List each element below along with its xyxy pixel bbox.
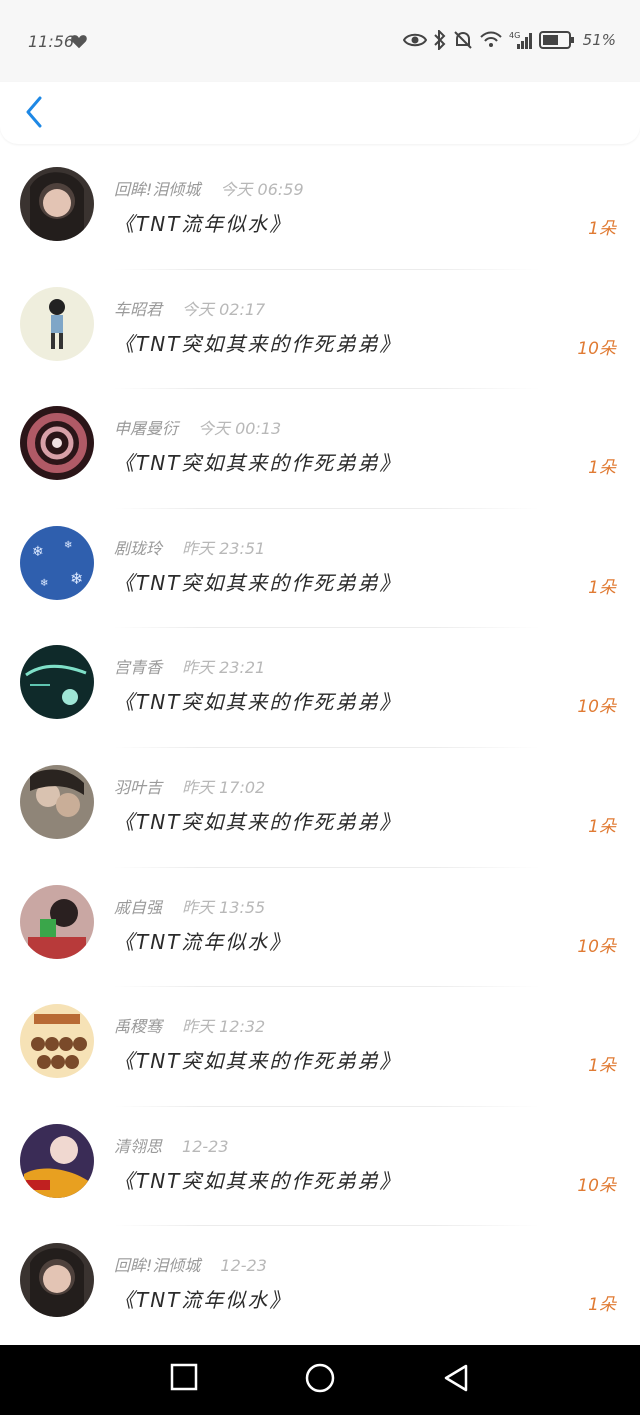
sender-name: 申屠曼衍 [114,419,179,439]
flower-count: 10朵 [577,1175,616,1196]
book-title: 《TNT流年似水》 [114,929,292,954]
list-item[interactable]: ❄ ❄ ❄ ❄ 剧珑玲 昨天 23:51 《TNT突如其来的作死弟弟》 1朵 [0,509,640,629]
flower-count: 1朵 [588,1056,616,1077]
square-icon[interactable] [170,1363,198,1391]
list-item[interactable]: 宫青香 昨天 23:21 《TNT突如其来的作死弟弟》 10朵 [0,628,640,748]
flower-count: 10朵 [577,697,616,718]
book-title: 《TNT突如其来的作死弟弟》 [114,690,402,715]
list-item[interactable]: 羽叶吉 昨天 17:02 《TNT突如其来的作死弟弟》 1朵 [0,748,640,868]
book-title: 《TNT突如其来的作死弟弟》 [114,1049,402,1074]
back-chevron-icon[interactable] [20,94,50,130]
list-item[interactable]: 车昭君 今天 02:17 《TNT突如其来的作死弟弟》 10朵 [0,270,640,390]
flower-count: 1朵 [588,577,616,598]
list-item[interactable]: 回眸!泪倾城 今天 06:59 《TNT流年似水》 1朵 [0,150,640,270]
sender-name: 禹稷骞 [114,1017,163,1037]
message-list: 回眸!泪倾城 今天 06:59 《TNT流年似水》 1朵 车昭君 今天 02:17 … [0,150,640,1346]
book-title: 《TNT突如其来的作死弟弟》 [114,570,402,595]
avatar [20,764,94,839]
avatar [20,884,94,959]
mute-bell-icon [453,31,472,49]
avatar [20,645,94,720]
flower-count: 1朵 [588,458,616,479]
avatar [20,1004,94,1079]
sender-name: 剧珑玲 [114,538,163,558]
sender-name: 回眸!泪倾城 [114,180,201,199]
svg-text:❄: ❄ [40,578,48,589]
flower-count: 10朵 [577,338,616,359]
message-meta: 回眸!泪倾城 今天 06:59 [114,176,304,200]
book-title: 《TNT流年似水》 [114,1288,292,1313]
message-date: 昨天 23:51 [182,538,266,558]
message-date: 昨天 23:21 [182,658,266,678]
book-title: 《TNT突如其来的作死弟弟》 [114,809,402,834]
circle-icon[interactable] [305,1363,335,1393]
status-bar: 11:56 4G 51% [0,0,640,82]
message-date: 今天 00:13 [198,419,282,439]
message-meta: 回眸!泪倾城 12-23 [114,1252,267,1276]
svg-text:4G: 4G [509,31,520,40]
heart-icon [71,35,87,49]
message-meta: 剧珑玲 昨天 23:51 [114,535,265,559]
sender-name: 清翎思 [114,1136,163,1156]
message-date: 今天 02:17 [182,299,266,319]
status-time: 11:56 [28,32,75,51]
book-title: 《TNT突如其来的作死弟弟》 [114,1168,402,1193]
avatar [20,406,94,481]
battery-percent: 51% [582,31,616,49]
message-date: 12-23 [182,1136,229,1156]
svg-text:❄: ❄ [70,569,83,588]
sender-name: 羽叶吉 [114,777,163,797]
battery-icon [538,31,574,49]
status-icons: 4G 51% [402,30,616,50]
signal-icon: 4G [509,31,532,49]
svg-text:❄: ❄ [64,540,72,551]
bluetooth-icon [433,30,446,50]
flower-count: 1朵 [588,816,616,837]
eye-icon [402,33,427,47]
flower-count: 1朵 [588,219,616,239]
system-nav-bar [0,1345,640,1415]
avatar [20,167,94,241]
book-title: 《TNT突如其来的作死弟弟》 [114,331,402,356]
message-date: 12-23 [220,1256,267,1276]
message-meta: 清翎思 12-23 [114,1133,229,1157]
sender-name: 宫青香 [114,658,163,678]
triangle-back-icon[interactable] [442,1363,470,1393]
avatar: ❄ ❄ ❄ ❄ [20,525,94,600]
sender-name: 戚自强 [114,897,163,917]
sender-name: 车昭君 [114,299,163,319]
message-date: 今天 06:59 [220,180,304,199]
svg-text:❄: ❄ [32,544,44,560]
sender-name: 回眸!泪倾城 [114,1256,201,1276]
avatar [20,1123,94,1198]
message-meta: 宫青香 昨天 23:21 [114,654,265,678]
list-item[interactable]: 回眸!泪倾城 12-23 《TNT流年似水》 1朵 [0,1226,640,1346]
message-meta: 车昭君 今天 02:17 [114,296,265,320]
message-meta: 禹稷骞 昨天 12:32 [114,1013,265,1037]
avatar [20,286,94,361]
list-item[interactable]: 禹稷骞 昨天 12:32 《TNT突如其来的作死弟弟》 1朵 [0,987,640,1107]
message-date: 昨天 12:32 [182,1017,266,1037]
top-navbar [0,82,640,144]
message-meta: 申屠曼衍 今天 00:13 [114,415,281,439]
message-date: 昨天 17:02 [182,777,266,797]
list-item[interactable]: 申屠曼衍 今天 00:13 《TNT突如其来的作死弟弟》 1朵 [0,389,640,509]
flower-count: 10朵 [577,936,616,957]
avatar [20,1243,94,1318]
list-item[interactable]: 清翎思 12-23 《TNT突如其来的作死弟弟》 10朵 [0,1107,640,1227]
wifi-icon [479,31,502,47]
message-meta: 戚自强 昨天 13:55 [114,894,265,918]
list-item[interactable]: 戚自强 昨天 13:55 《TNT流年似水》 10朵 [0,868,640,988]
flower-count: 1朵 [588,1295,616,1316]
book-title: 《TNT突如其来的作死弟弟》 [114,451,402,476]
message-meta: 羽叶吉 昨天 17:02 [114,774,265,798]
message-date: 昨天 13:55 [182,897,266,917]
book-title: 《TNT流年似水》 [114,212,292,236]
